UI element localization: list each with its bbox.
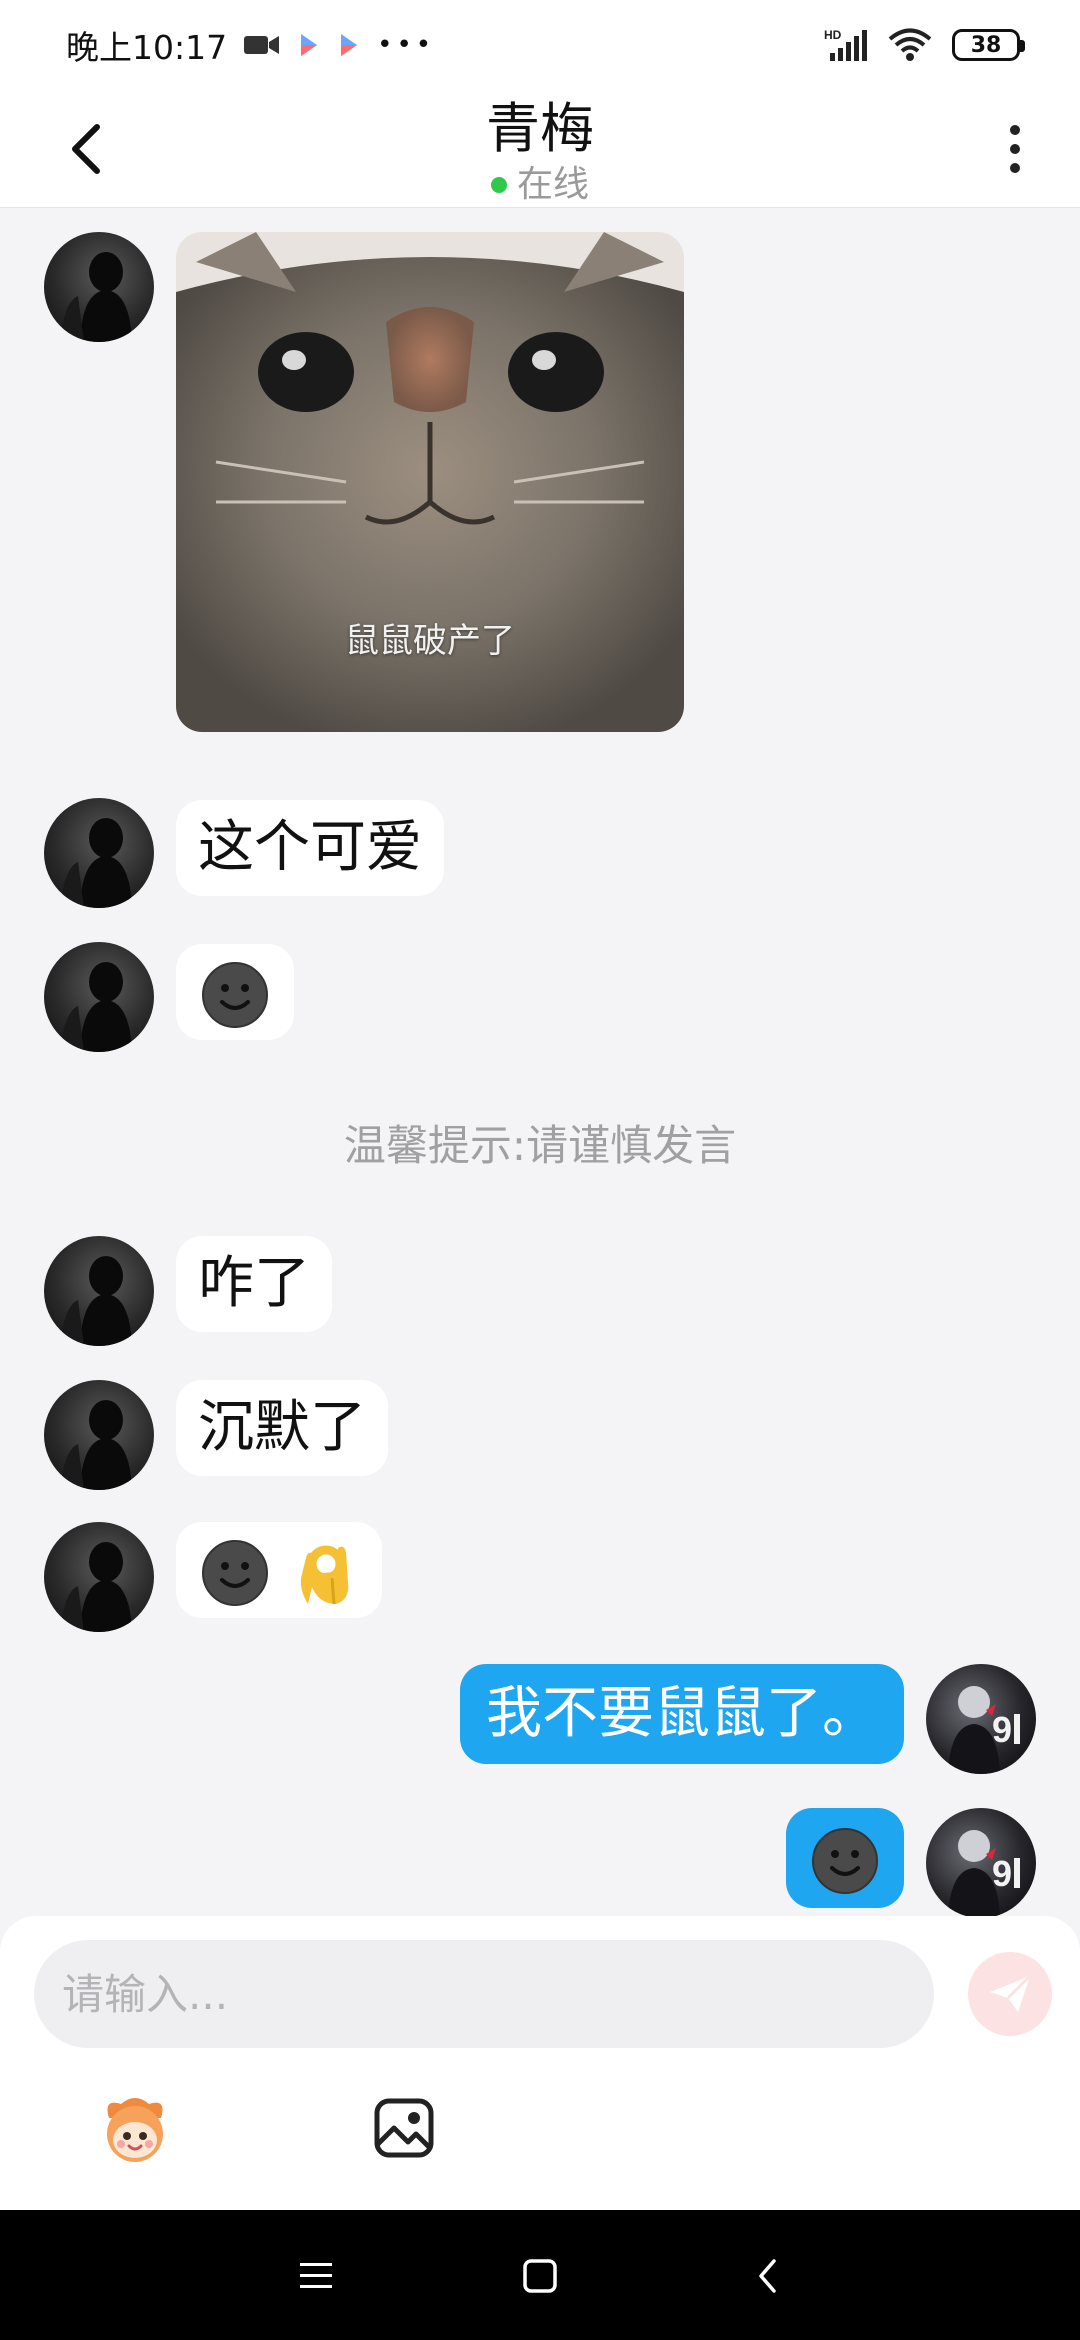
menu-nav-button[interactable] (286, 2246, 346, 2306)
back-triangle-icon (759, 2259, 776, 2293)
send-button[interactable] (968, 1952, 1052, 2036)
sticker-mascot-icon (107, 2098, 163, 2162)
send-icon (990, 1974, 1032, 2012)
message-bubble[interactable]: 沉默了 (176, 1380, 388, 1476)
dark-smile-emoji-icon (202, 1539, 268, 1606)
peer-avatar[interactable] (44, 1380, 154, 1490)
status-right: HD 38 (824, 27, 1025, 63)
wifi-icon (888, 28, 932, 62)
home-nav-button[interactable] (510, 2246, 570, 2306)
svg-text:9: 9 (992, 1853, 1012, 1894)
image-icon (374, 2098, 434, 2158)
peer-avatar[interactable] (44, 1522, 154, 1632)
home-square-icon (523, 2259, 557, 2293)
online-status: 在线 (490, 164, 589, 206)
message-bubble[interactable]: 咋了 (176, 1236, 332, 1332)
sticker-button[interactable] (95, 2088, 175, 2168)
peer-avatar[interactable] (44, 798, 154, 908)
online-status-label: 在线 (516, 164, 589, 205)
dot-icon (1010, 163, 1020, 173)
self-avatar[interactable]: 9 (926, 1664, 1036, 1774)
self-message-bubble[interactable]: 我不要鼠鼠了。 (460, 1664, 904, 1764)
play-store-icon (337, 32, 361, 58)
more-options-button[interactable] (990, 114, 1040, 184)
contact-name: 青梅 (486, 97, 594, 160)
self-avatar[interactable]: 9 (926, 1808, 1036, 1918)
system-tip: 温馨提示:请谨慎发言 (343, 1121, 737, 1170)
online-dot-icon (490, 177, 507, 193)
battery-icon: 38 (952, 29, 1025, 61)
status-time: 晚上10:17 (66, 28, 228, 67)
svg-text:HD: HD (824, 28, 842, 42)
emoji-message-bubble[interactable] (176, 1522, 382, 1618)
video-camera-icon (243, 33, 281, 57)
message-input[interactable] (34, 1940, 934, 2048)
title-wrap: 青梅 在线 (0, 90, 1080, 206)
message-bubble[interactable]: 这个可爱 (176, 800, 444, 896)
input-panel (0, 1916, 1080, 2210)
status-left: 晚上10:17 ••• (66, 21, 435, 69)
system-nav-bar (0, 2210, 1080, 2340)
ok-hand-emoji-icon (300, 1545, 349, 1604)
image-picker-button[interactable] (364, 2088, 444, 2168)
play-store-icon (297, 32, 321, 58)
svg-text:9: 9 (992, 1709, 1012, 1750)
dark-smile-emoji-icon (812, 1827, 878, 1894)
peer-avatar[interactable] (44, 942, 154, 1052)
image-caption: 鼠鼠破产了 (345, 621, 515, 661)
back-nav-button[interactable] (738, 2246, 798, 2306)
image-message[interactable]: 鼠鼠破产了 (176, 232, 684, 732)
peer-avatar[interactable] (44, 232, 154, 342)
dark-smile-emoji-icon (202, 961, 268, 1028)
dot-icon (1010, 125, 1020, 135)
chat-header: 青梅 在线 (0, 90, 1080, 208)
peer-avatar[interactable] (44, 1236, 154, 1346)
dot-icon (1010, 144, 1020, 154)
self-emoji-message-bubble[interactable] (786, 1808, 904, 1908)
menu-icon (300, 2263, 332, 2288)
more-status-icon: ••• (377, 30, 436, 60)
status-bar: 晚上10:17 ••• HD 38 (0, 0, 1080, 90)
emoji-message-bubble[interactable] (176, 944, 294, 1040)
hd-signal-icon: HD (824, 27, 868, 63)
